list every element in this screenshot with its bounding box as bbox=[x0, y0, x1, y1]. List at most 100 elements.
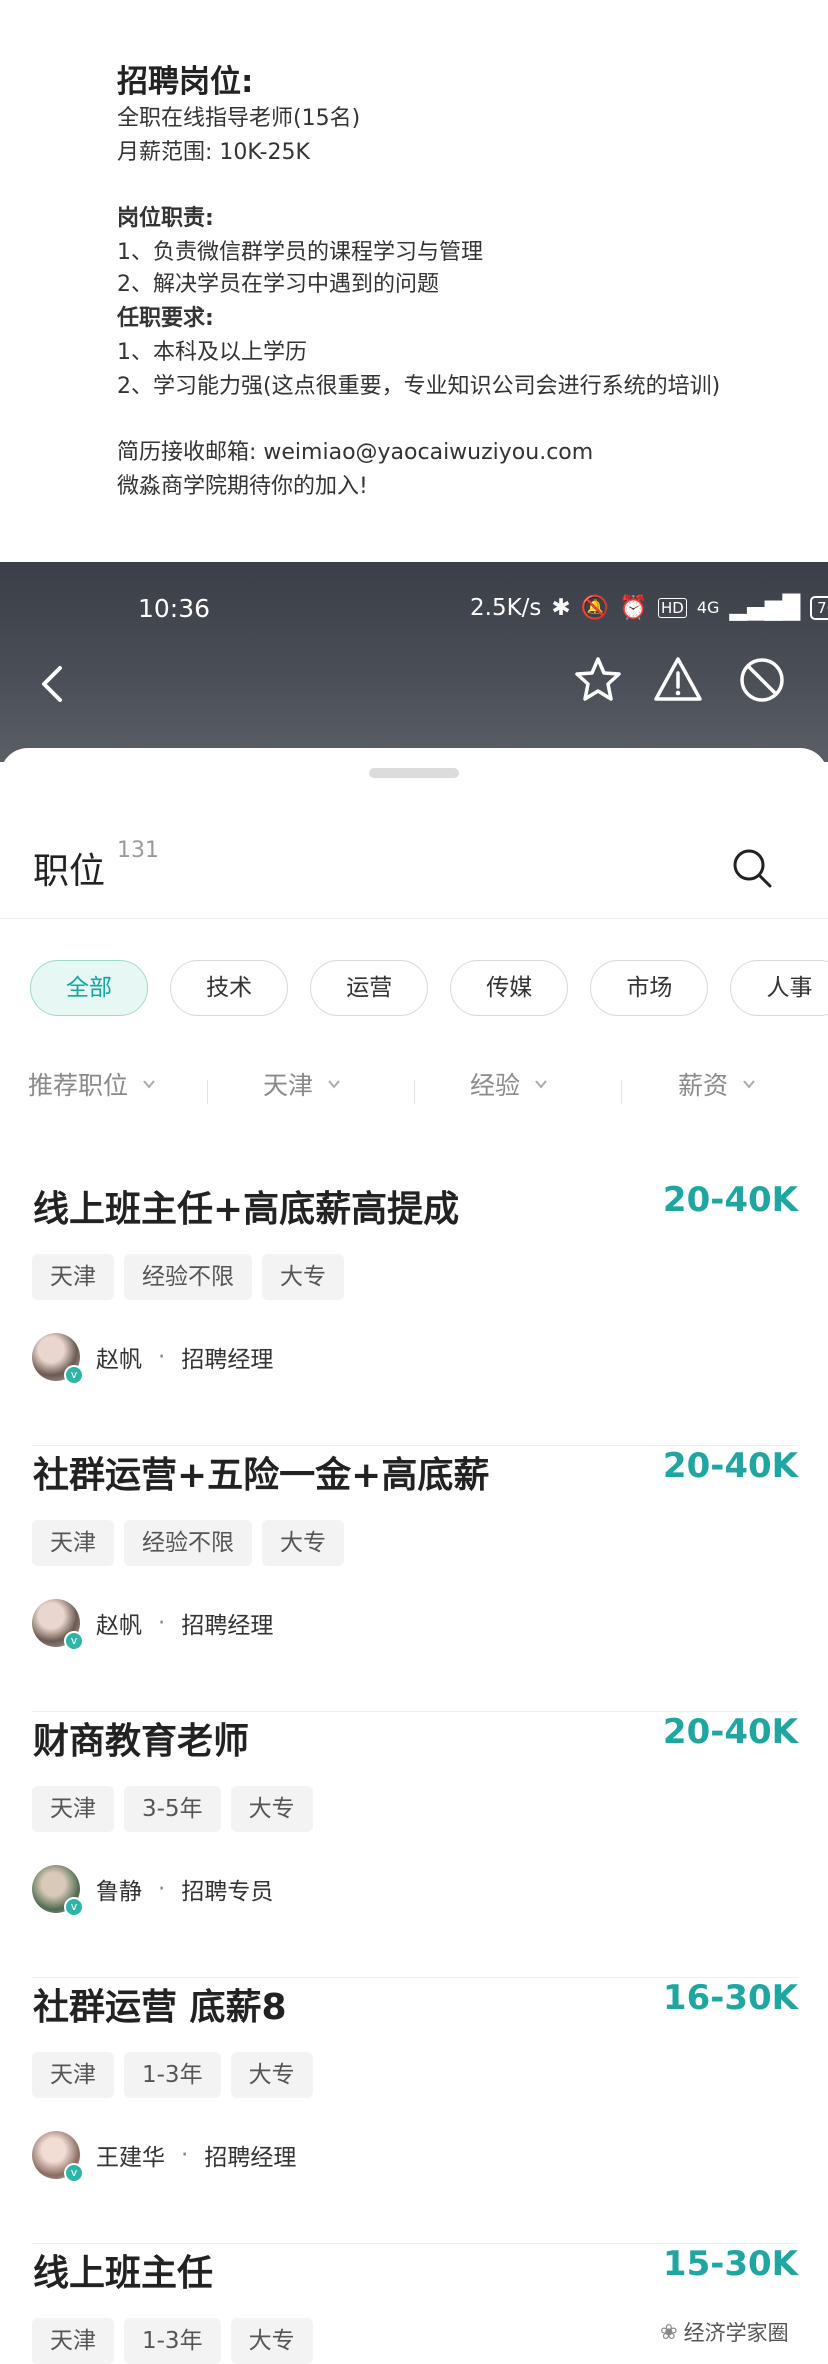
alarm-icon: ⏰ bbox=[619, 595, 648, 621]
star-icon[interactable] bbox=[572, 654, 624, 706]
status-time: 10:36 bbox=[138, 594, 211, 623]
recruiter-name: 鲁静 bbox=[96, 1879, 142, 1905]
job-salary: 20-40K bbox=[662, 1446, 798, 1486]
recruiter-info: v 鲁静 · 招聘专员 bbox=[32, 1865, 274, 1917]
verified-icon: v bbox=[64, 1365, 84, 1385]
category-marketing[interactable]: 市场 bbox=[590, 960, 709, 1016]
filter-recommended[interactable]: 推荐职位 bbox=[28, 1066, 156, 1102]
tag-city: 天津 bbox=[32, 2318, 114, 2364]
filter-separator bbox=[207, 1080, 208, 1104]
tag-experience: 3-5年 bbox=[124, 1786, 221, 1832]
recruiter-role: 招聘专员 bbox=[181, 1879, 274, 1905]
signal-icon: ▂▄▆█ bbox=[729, 594, 801, 621]
recruiter-role: 招聘经理 bbox=[181, 1613, 274, 1639]
job-tags: 天津 1-3年 大专 bbox=[32, 2318, 313, 2364]
network-type: 4G bbox=[696, 598, 720, 617]
filter-label: 经验 bbox=[470, 1071, 521, 1100]
separator-dot: · bbox=[181, 2142, 189, 2168]
category-hr[interactable]: 人事 bbox=[730, 960, 828, 1016]
recruiter-name: 王建华 bbox=[96, 2145, 165, 2171]
tag-education: 大专 bbox=[262, 1254, 344, 1300]
hd-icon: HD bbox=[657, 597, 687, 618]
tag-city: 天津 bbox=[32, 2052, 114, 2098]
filter-separator bbox=[621, 1080, 622, 1104]
separator-dot: · bbox=[158, 1610, 166, 1636]
recruiter-role: 招聘经理 bbox=[204, 2145, 297, 2171]
notice-title: 招聘岗位: bbox=[117, 64, 254, 100]
separator-dot: · bbox=[158, 1876, 166, 1902]
separator-dot: · bbox=[158, 1344, 166, 1370]
sheet-title: 职位 bbox=[33, 851, 106, 892]
job-card[interactable]: 社群运营+五险一金+高底薪 20-40K 天津 经验不限 大专 v 赵帆 · 招… bbox=[0, 1446, 828, 1712]
tag-experience: 1-3年 bbox=[124, 2052, 221, 2098]
search-icon[interactable] bbox=[730, 846, 774, 890]
app-header: 10:36 2.5K/s ✱ 🔕 ⏰ HD 4G ▂▄▆█ 70 bbox=[0, 562, 828, 762]
job-tags: 天津 经验不限 大专 bbox=[32, 1254, 344, 1300]
chevron-down-icon bbox=[328, 1080, 340, 1089]
job-title: 线上班主任+高底薪高提成 bbox=[33, 1189, 460, 1230]
filter-bar: 推荐职位 天津 经验 薪资 bbox=[0, 1066, 828, 1116]
tag-experience: 经验不限 bbox=[124, 1254, 252, 1300]
filter-label: 天津 bbox=[263, 1071, 314, 1100]
category-operation[interactable]: 运营 bbox=[310, 960, 429, 1016]
filter-salary[interactable]: 薪资 bbox=[678, 1066, 756, 1102]
recruiter-name: 赵帆 bbox=[96, 1613, 142, 1639]
job-title: 社群运营+五险一金+高底薪 bbox=[33, 1455, 490, 1496]
job-count: 131 bbox=[117, 838, 159, 863]
job-card[interactable]: 财商教育老师 20-40K 天津 3-5年 大专 v 鲁静 · 招聘专员 bbox=[0, 1712, 828, 1978]
tag-city: 天津 bbox=[32, 1786, 114, 1832]
filter-experience[interactable]: 经验 bbox=[470, 1066, 548, 1102]
bluetooth-icon: ✱ bbox=[551, 594, 571, 621]
category-tech[interactable]: 技术 bbox=[170, 960, 289, 1016]
notice-email: 简历接收邮箱: weimiao@yaocaiwuziyou.com bbox=[117, 440, 594, 465]
tag-experience: 1-3年 bbox=[124, 2318, 221, 2364]
avatar: v bbox=[32, 1865, 84, 1917]
notice-duties-title: 岗位职责: bbox=[117, 206, 214, 231]
notice-req-2: 2、学习能力强(这点很重要，专业知识公司会进行系统的培训) bbox=[117, 374, 721, 399]
battery-icon: 70 bbox=[810, 595, 828, 620]
watermark: ❀ 经济学家圈 bbox=[660, 2317, 789, 2347]
notice-duty-1: 1、负责微信群学员的课程学习与管理 bbox=[117, 240, 483, 265]
recruiter-info: v 王建华 · 招聘经理 bbox=[32, 2131, 297, 2183]
tag-education: 大专 bbox=[230, 1786, 313, 1832]
verified-icon: v bbox=[64, 2163, 84, 2183]
filter-separator bbox=[414, 1080, 415, 1104]
recruiter-info: v 赵帆 · 招聘经理 bbox=[32, 1333, 274, 1385]
network-speed: 2.5K/s bbox=[470, 594, 542, 621]
tag-education: 大专 bbox=[230, 2052, 313, 2098]
job-card[interactable]: 社群运营 底薪8 16-30K 天津 1-3年 大专 v 王建华 · 招聘经理 bbox=[0, 1978, 828, 2244]
wechat-icon: ❀ bbox=[660, 2320, 678, 2344]
chevron-down-icon bbox=[743, 1080, 755, 1089]
filter-label: 薪资 bbox=[678, 1071, 729, 1100]
job-tags: 天津 经验不限 大专 bbox=[32, 1520, 344, 1566]
job-title: 线上班主任 bbox=[33, 2253, 214, 2294]
job-salary: 20-40K bbox=[662, 1712, 798, 1752]
notice-salary: 月薪范围: 10K-25K bbox=[117, 140, 310, 165]
job-tags: 天津 1-3年 大专 bbox=[32, 2052, 313, 2098]
tag-city: 天津 bbox=[32, 1520, 114, 1566]
verified-icon: v bbox=[64, 1897, 84, 1917]
tag-education: 大专 bbox=[230, 2318, 313, 2364]
block-icon[interactable] bbox=[736, 654, 788, 706]
filter-city[interactable]: 天津 bbox=[263, 1066, 341, 1102]
header-divider bbox=[0, 918, 828, 919]
category-media[interactable]: 传媒 bbox=[450, 960, 569, 1016]
mute-icon: 🔕 bbox=[580, 595, 610, 621]
tag-city: 天津 bbox=[32, 1254, 114, 1300]
job-list-sheet: 职位 131 全部 技术 运营 传媒 市场 人事 推荐职位 天津 经验 薪资 线… bbox=[0, 748, 828, 2364]
category-all[interactable]: 全部 bbox=[30, 960, 148, 1016]
notice-duty-2: 2、解决学员在学习中遇到的问题 bbox=[117, 272, 439, 297]
drag-handle[interactable] bbox=[369, 768, 459, 778]
job-tags: 天津 3-5年 大专 bbox=[32, 1786, 313, 1832]
job-title: 财商教育老师 bbox=[33, 1721, 250, 1762]
notice-req-1: 1、本科及以上学历 bbox=[117, 340, 307, 365]
recruiter-role: 招聘经理 bbox=[181, 1347, 274, 1373]
notice-position: 全职在线指导老师(15名) bbox=[117, 106, 361, 131]
warning-icon[interactable] bbox=[652, 654, 704, 706]
avatar: v bbox=[32, 2131, 84, 2183]
job-card[interactable]: 线上班主任+高底薪高提成 20-40K 天津 经验不限 大专 v 赵帆 · 招聘… bbox=[0, 1180, 828, 1446]
chevron-left-icon[interactable] bbox=[36, 660, 72, 708]
verified-icon: v bbox=[64, 1631, 84, 1651]
tag-experience: 经验不限 bbox=[124, 1520, 252, 1566]
job-salary: 16-30K bbox=[662, 1978, 798, 2018]
